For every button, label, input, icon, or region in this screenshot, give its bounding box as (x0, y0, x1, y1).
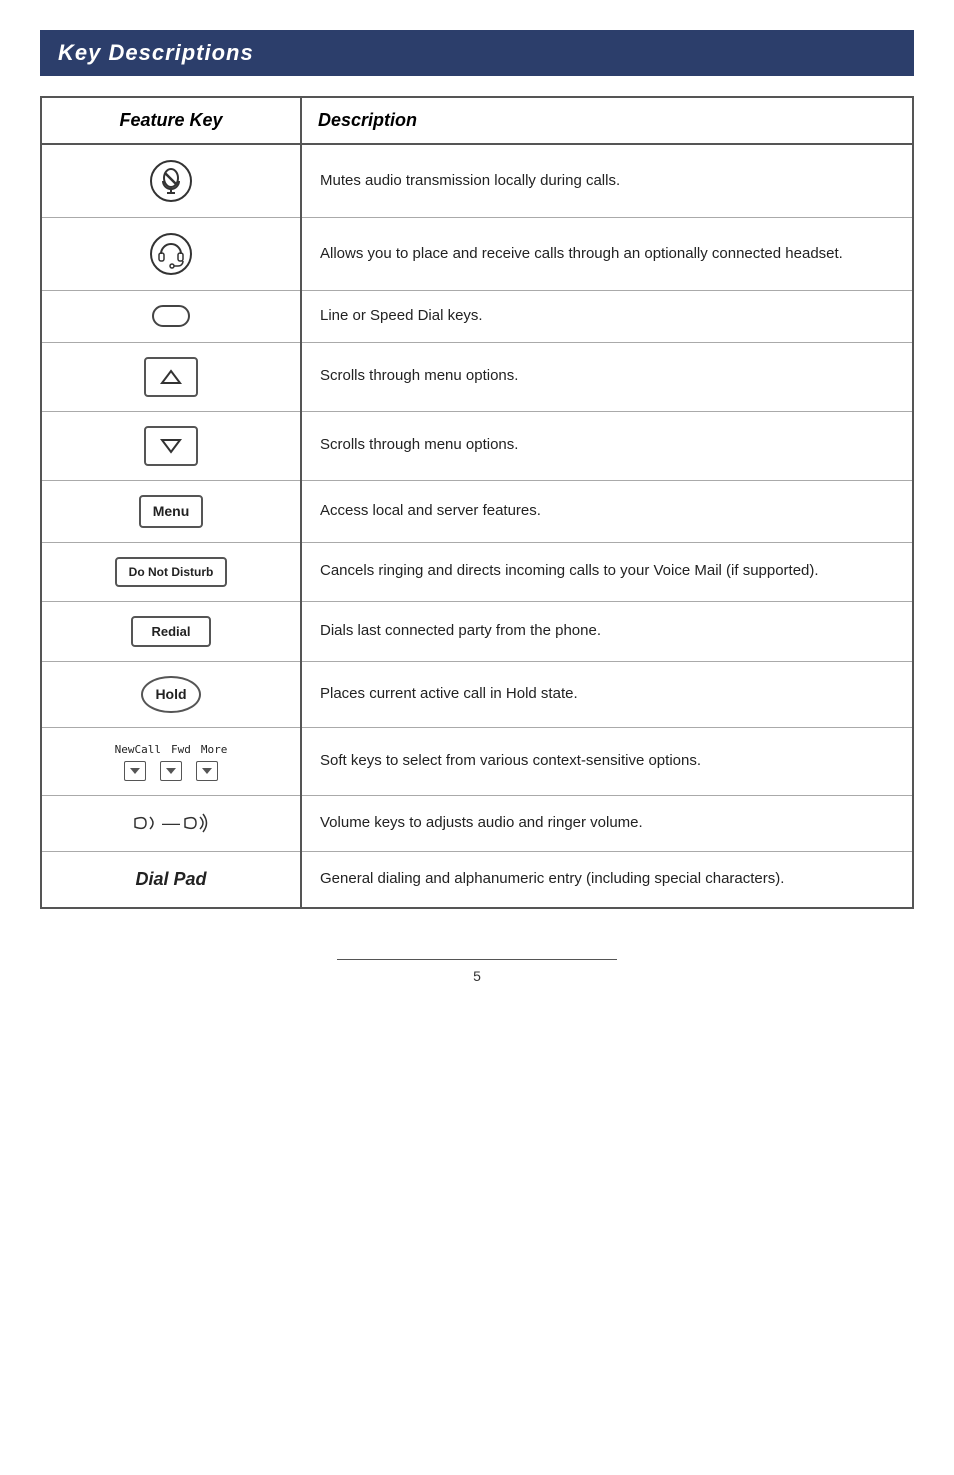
description-cell: Volume keys to adjusts audio and ringer … (301, 795, 913, 851)
softkey-label-1: NewCall (115, 742, 161, 759)
description-cell: Places current active call in Hold state… (301, 662, 913, 728)
hold-key-icon: Hold (141, 676, 200, 713)
feature-key-cell (41, 218, 301, 291)
table-row: Scrolls through menu options. (41, 342, 913, 411)
table-row: Do Not Disturb Cancels ringing and direc… (41, 542, 913, 601)
feature-key-cell (41, 411, 301, 480)
feature-key-table: Feature Key Description Mutes audio tran… (40, 96, 914, 909)
hold-key-cell: Hold (60, 676, 282, 713)
softkeys-cell: NewCall Fwd More (60, 742, 282, 781)
page-number: 5 (473, 968, 481, 984)
feature-key-cell: Dial Pad (41, 851, 301, 908)
description-cell: Soft keys to select from various context… (301, 728, 913, 796)
volume-icon: — (132, 810, 210, 837)
table-row: Hold Places current active call in Hold … (41, 662, 913, 728)
softkey-box-3 (196, 761, 218, 781)
description-cell: Scrolls through menu options. (301, 411, 913, 480)
page-footer: 5 (40, 949, 914, 986)
dialpad-cell: Dial Pad (60, 866, 282, 893)
feature-key-cell: Menu (41, 480, 301, 542)
col-header-feature-key: Feature Key (41, 97, 301, 144)
feature-key-cell: Redial (41, 601, 301, 662)
table-row: Redial Dials last connected party from t… (41, 601, 913, 662)
table-row: NewCall Fwd More (41, 728, 913, 796)
headset-icon-cell (60, 232, 282, 276)
feature-key-cell (41, 291, 301, 343)
softkey-label-2: Fwd (171, 742, 191, 759)
redial-key-icon: Redial (131, 616, 210, 648)
description-cell: Access local and server features. (301, 480, 913, 542)
softkeys-labels: NewCall Fwd More (115, 742, 228, 759)
feature-key-cell: Hold (41, 662, 301, 728)
dialpad-label: Dial Pad (135, 866, 206, 893)
page-header: Key Descriptions (40, 30, 914, 76)
redial-key-cell: Redial (60, 616, 282, 648)
menu-key-icon: Menu (139, 495, 204, 528)
description-cell: Allows you to place and receive calls th… (301, 218, 913, 291)
softkey-box-1 (124, 761, 146, 781)
description-cell: Line or Speed Dial keys. (301, 291, 913, 343)
softkey-arrow-2 (166, 768, 176, 774)
volume-key-cell: — (60, 810, 282, 837)
softkey-arrow-3 (202, 768, 212, 774)
mute-icon-cell (60, 159, 282, 203)
nav-up-icon-cell (60, 357, 282, 397)
line-key-icon-cell (60, 305, 282, 327)
dnd-key-cell: Do Not Disturb (60, 557, 282, 587)
softkey-box-2 (160, 761, 182, 781)
feature-key-cell (41, 342, 301, 411)
feature-key-cell: Do Not Disturb (41, 542, 301, 601)
mute-icon (149, 159, 193, 203)
line-key-icon (152, 305, 190, 327)
table-row: Mutes audio transmission locally during … (41, 144, 913, 218)
table-row: — Volume keys to adjusts audio and ringe… (41, 795, 913, 851)
volume-down-icon (132, 811, 160, 835)
table-row: Dial Pad General dialing and alphanumeri… (41, 851, 913, 908)
nav-up-icon (144, 357, 198, 397)
col-header-description: Description (301, 97, 913, 144)
footer-divider (337, 959, 617, 960)
headset-icon (149, 232, 193, 276)
nav-down-icon (144, 426, 198, 466)
volume-dash-icon: — (162, 810, 180, 837)
menu-key-cell: Menu (60, 495, 282, 528)
feature-key-cell: NewCall Fwd More (41, 728, 301, 796)
softkeys-icon-row (124, 761, 218, 781)
nav-down-icon-cell (60, 426, 282, 466)
description-cell: Cancels ringing and directs incoming cal… (301, 542, 913, 601)
table-row: Menu Access local and server features. (41, 480, 913, 542)
softkeys-icon: NewCall Fwd More (115, 742, 228, 781)
feature-key-cell: — (41, 795, 301, 851)
page-title: Key Descriptions (58, 40, 254, 66)
description-cell: Scrolls through menu options. (301, 342, 913, 411)
feature-key-cell (41, 144, 301, 218)
softkey-arrow-1 (130, 768, 140, 774)
table-row: Line or Speed Dial keys. (41, 291, 913, 343)
description-cell: Dials last connected party from the phon… (301, 601, 913, 662)
table-row: Allows you to place and receive calls th… (41, 218, 913, 291)
table-row: Scrolls through menu options. (41, 411, 913, 480)
dnd-key-icon: Do Not Disturb (115, 557, 228, 587)
description-cell: General dialing and alphanumeric entry (… (301, 851, 913, 908)
volume-up-icon (182, 811, 210, 835)
description-cell: Mutes audio transmission locally during … (301, 144, 913, 218)
softkey-label-3: More (201, 742, 228, 759)
